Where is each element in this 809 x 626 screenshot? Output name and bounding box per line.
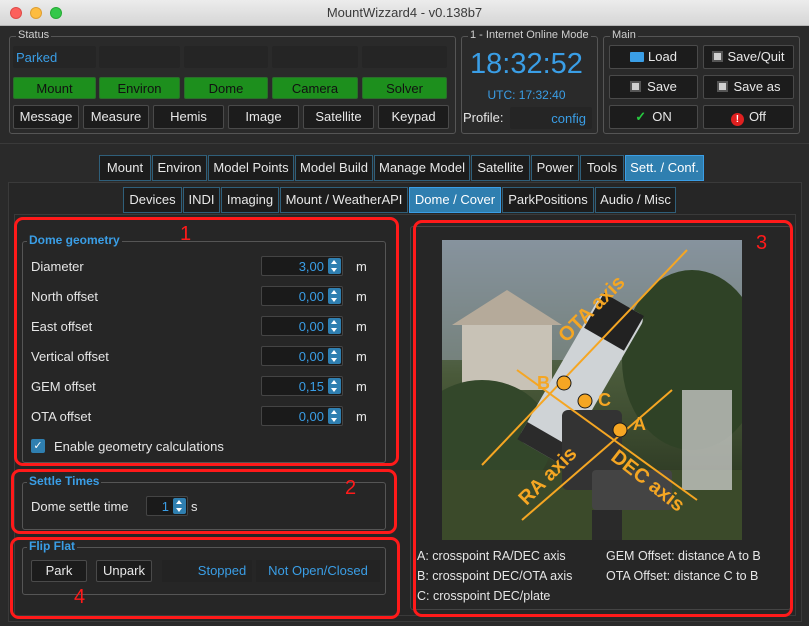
window-title: MountWizzard4 - v0.138b7	[326, 5, 483, 20]
floppy-icon	[630, 81, 642, 92]
floppy-icon	[712, 51, 724, 62]
annotation-box-1	[14, 217, 399, 466]
title-bar: MountWizzard4 - v0.138b7	[0, 0, 809, 26]
online-mode-title: 1 - Internet Online Mode	[468, 29, 591, 41]
dome-indicator: Dome	[184, 77, 268, 99]
main-group-title: Main	[610, 29, 638, 41]
on-label: ON	[652, 109, 672, 124]
off-label: Off	[748, 109, 767, 124]
save-as-button[interactable]: Save as	[703, 75, 794, 99]
annotation-box-3	[413, 220, 793, 617]
annotation-box-2	[11, 469, 397, 534]
subtab-imaging[interactable]: Imaging	[221, 187, 279, 213]
solver-indicator: Solver	[362, 77, 447, 99]
on-button[interactable]: ✓ ON	[609, 105, 698, 129]
status-cell	[99, 46, 180, 68]
annotation-number-3: 3	[756, 232, 768, 254]
tab-model-points[interactable]: Model Points	[208, 155, 294, 181]
save-as-label: Save as	[733, 79, 781, 94]
off-button[interactable]: ! Off	[703, 105, 794, 129]
status-cell	[272, 46, 358, 68]
tab-manage-model[interactable]: Manage Model	[374, 155, 470, 181]
separator	[0, 143, 809, 144]
subtab-mount-weatherapi[interactable]: Mount / WeatherAPI	[280, 187, 408, 213]
annotation-number-4: 4	[74, 586, 86, 608]
save-label: Save	[647, 79, 677, 94]
annotation-number-1: 1	[180, 223, 192, 245]
tab-power[interactable]: Power	[531, 155, 579, 181]
load-button[interactable]: Load	[609, 45, 698, 69]
camera-indicator: Camera	[272, 77, 358, 99]
utc-time: UTC: 17:32:40	[487, 88, 566, 102]
checkmark-icon: ✓	[635, 109, 647, 124]
profile-label: Profile:	[463, 110, 504, 125]
message-button[interactable]: Message	[13, 105, 79, 129]
save-quit-button[interactable]: Save/Quit	[703, 45, 794, 69]
tab-tools[interactable]: Tools	[580, 155, 624, 181]
status-group-title: Status	[16, 29, 52, 41]
folder-icon	[630, 52, 645, 62]
subtab-devices[interactable]: Devices	[123, 187, 182, 213]
load-label: Load	[648, 49, 677, 64]
satellite-button[interactable]: Satellite	[303, 105, 374, 129]
annotation-number-2: 2	[345, 477, 357, 499]
hemis-button[interactable]: Hemis	[153, 105, 224, 129]
save-quit-label: Save/Quit	[727, 49, 785, 64]
profile-value: config	[551, 111, 586, 126]
power-off-icon: !	[730, 113, 744, 126]
parked-text: Parked	[16, 50, 58, 65]
subtab-park-positions[interactable]: ParkPositions	[502, 187, 594, 213]
measure-button[interactable]: Measure	[83, 105, 149, 129]
subtab-dome-cover[interactable]: Dome / Cover	[409, 187, 501, 213]
floppy-icon	[716, 81, 728, 92]
subtab-audio-misc[interactable]: Audio / Misc	[595, 187, 676, 213]
status-cell	[184, 46, 268, 68]
tab-settings-config[interactable]: Sett. / Conf.	[625, 155, 704, 181]
tab-satellite[interactable]: Satellite	[471, 155, 530, 181]
keypad-button[interactable]: Keypad	[378, 105, 449, 129]
parked-status: Parked	[13, 46, 96, 68]
tab-mount[interactable]: Mount	[99, 155, 151, 181]
tab-model-build[interactable]: Model Build	[295, 155, 373, 181]
mount-indicator: Mount	[13, 77, 96, 99]
image-button[interactable]: Image	[228, 105, 299, 129]
profile-value-field: config	[510, 107, 592, 129]
annotation-box-4	[10, 537, 400, 619]
local-time: 18:32:52	[470, 48, 583, 80]
environ-indicator: Environ	[99, 77, 180, 99]
subtab-indi[interactable]: INDI	[183, 187, 220, 213]
tab-environ[interactable]: Environ	[152, 155, 207, 181]
status-cell	[362, 46, 447, 68]
save-button[interactable]: Save	[609, 75, 698, 99]
